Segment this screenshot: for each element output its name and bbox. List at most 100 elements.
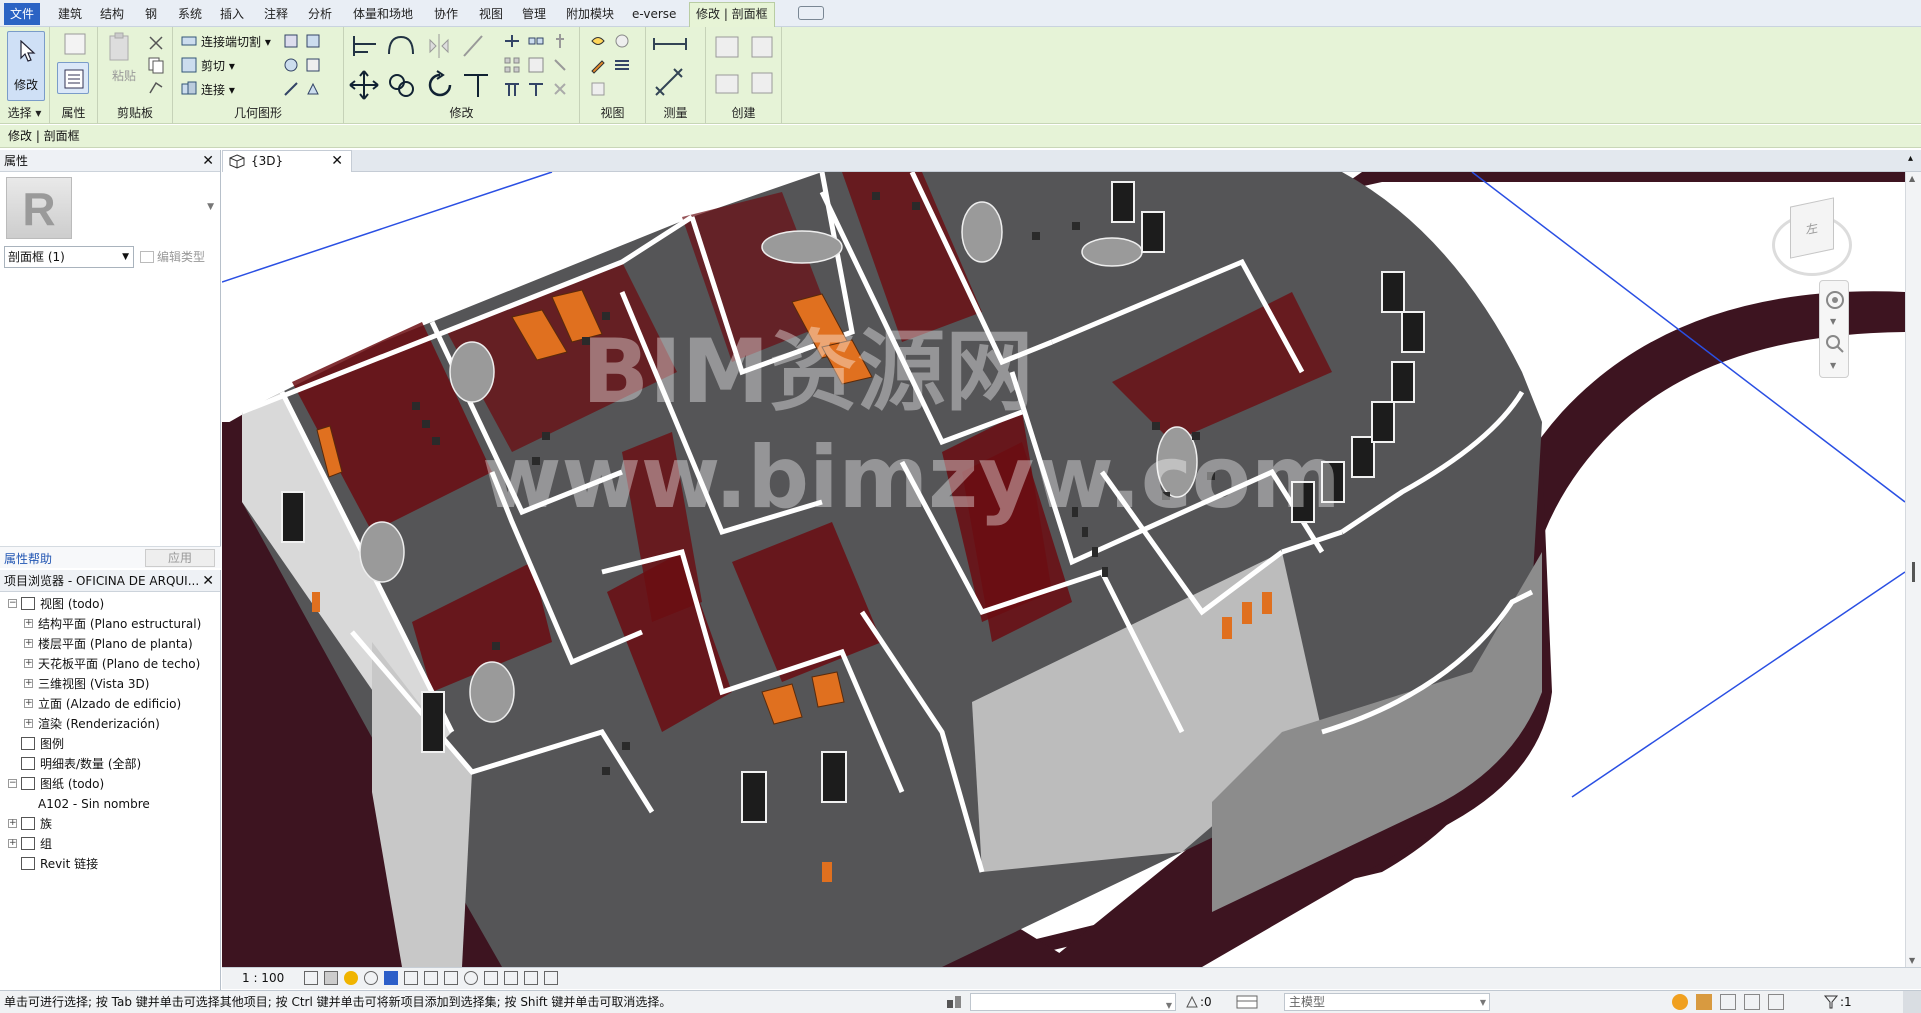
tab-steel[interactable]: 钢 bbox=[139, 3, 163, 25]
type-dropdown-arrow-icon[interactable]: ▼ bbox=[207, 202, 214, 212]
crop-view-icon[interactable] bbox=[404, 971, 418, 985]
tab-analyze[interactable]: 分析 bbox=[302, 3, 338, 25]
expand-toggle-icon[interactable]: + bbox=[24, 699, 33, 708]
instance-filter-select[interactable]: 剖面框 (1) ▼ bbox=[4, 246, 134, 268]
copy-element-icon[interactable] bbox=[386, 69, 418, 101]
tab-addins[interactable]: 附加模块 bbox=[560, 3, 620, 25]
worksets-icon[interactable] bbox=[945, 994, 963, 1010]
reveal-hidden-icon[interactable] bbox=[484, 971, 498, 985]
join-label[interactable]: 连接 ▾ bbox=[201, 81, 235, 98]
tab-structure[interactable]: 结构 bbox=[94, 3, 130, 25]
browser-tree-item[interactable]: + 组 bbox=[0, 834, 220, 854]
mirror-draw-icon[interactable] bbox=[458, 32, 488, 60]
model-selector[interactable]: 主模型 ▼ bbox=[1284, 993, 1490, 1011]
browser-tree-item[interactable]: + 三维视图 (Vista 3D) bbox=[0, 674, 220, 694]
expand-toggle-icon[interactable]: + bbox=[8, 839, 17, 848]
edit-type-button[interactable]: 编辑类型 bbox=[140, 248, 205, 265]
temporary-hide-icon[interactable] bbox=[464, 971, 478, 985]
expand-toggle-icon[interactable]: + bbox=[24, 679, 33, 688]
design-options-icon[interactable] bbox=[1236, 995, 1258, 1009]
rotate-icon[interactable] bbox=[424, 69, 456, 101]
browser-tree-item[interactable]: − 视图 (todo) bbox=[0, 594, 220, 614]
scroll-down-icon[interactable]: ▼ bbox=[1909, 956, 1915, 965]
override-graphics-icon[interactable] bbox=[588, 55, 608, 75]
measure-distance-icon[interactable] bbox=[650, 33, 690, 55]
tab-view[interactable]: 视图 bbox=[473, 3, 509, 25]
geometry-tool-2-icon[interactable] bbox=[303, 31, 323, 51]
tab-massing-site[interactable]: 体量和场地 bbox=[347, 3, 419, 25]
array-icon[interactable] bbox=[502, 55, 522, 75]
trim-multiple-icon[interactable] bbox=[502, 79, 522, 99]
view-scale[interactable]: 1 : 100 bbox=[242, 968, 284, 989]
browser-tree-item[interactable]: + 族 bbox=[0, 814, 220, 834]
filter-icon[interactable] bbox=[1823, 994, 1839, 1010]
chevron-down-icon[interactable]: ▼ bbox=[1830, 361, 1836, 370]
panel-select-label[interactable]: 选择 ▾ bbox=[0, 104, 49, 121]
type-properties-icon[interactable] bbox=[62, 31, 88, 57]
dimension-icon[interactable] bbox=[652, 65, 688, 99]
viewcube-face[interactable]: 左 bbox=[1790, 197, 1834, 259]
select-links-icon[interactable] bbox=[1672, 994, 1688, 1010]
select-underlay-icon[interactable] bbox=[1696, 994, 1712, 1010]
tab-modify-section-box[interactable]: 修改 | 剖面框 bbox=[689, 2, 775, 27]
render-icon[interactable] bbox=[384, 971, 398, 985]
show-crop-region-icon[interactable] bbox=[424, 971, 438, 985]
geometry-tool-4-icon[interactable] bbox=[303, 55, 323, 75]
trim-extend-icon[interactable] bbox=[460, 69, 492, 101]
split-element-icon[interactable] bbox=[502, 31, 522, 51]
browser-tree-item[interactable]: − 图纸 (todo) bbox=[0, 774, 220, 794]
cut-geometry-icon[interactable] bbox=[179, 55, 199, 75]
scroll-up-icon[interactable]: ▲ bbox=[1909, 174, 1915, 183]
properties-help-link[interactable]: 属性帮助 bbox=[4, 550, 52, 567]
chevron-down-icon[interactable]: ▼ bbox=[1830, 317, 1836, 326]
detail-level-icon[interactable] bbox=[304, 971, 318, 985]
select-pinned-icon[interactable] bbox=[1720, 994, 1736, 1010]
expand-toggle-icon[interactable]: + bbox=[8, 819, 17, 828]
tab-collaborate[interactable]: 协作 bbox=[428, 3, 464, 25]
paste-icon[interactable] bbox=[106, 31, 134, 63]
cope-label[interactable]: 连接端切割 ▾ bbox=[201, 33, 271, 50]
expand-toggle-icon[interactable]: + bbox=[24, 719, 33, 728]
create-group-icon[interactable] bbox=[712, 67, 744, 99]
copy-icon[interactable] bbox=[146, 55, 166, 75]
browser-tree-item[interactable]: 明细表/数量 (全部) bbox=[0, 754, 220, 774]
cut-icon[interactable] bbox=[146, 33, 166, 53]
expand-toggle-icon[interactable]: − bbox=[8, 599, 17, 608]
close-icon[interactable]: ✕ bbox=[202, 570, 214, 592]
worksharing-display-icon[interactable] bbox=[524, 971, 538, 985]
3d-viewport[interactable]: BIM资源网 www.bimzyw.com 左 ▼ ▼ bbox=[222, 172, 1905, 967]
visual-style-icon[interactable] bbox=[324, 971, 338, 985]
offset-icon[interactable] bbox=[386, 32, 416, 60]
browser-tree-item[interactable]: + 结构平面 (Plano estructural) bbox=[0, 614, 220, 634]
trim-single-icon[interactable] bbox=[526, 79, 546, 99]
tab-file[interactable]: 文件 bbox=[4, 3, 41, 25]
geometry-tool-5-icon[interactable] bbox=[281, 79, 301, 99]
view-tool-5-icon[interactable] bbox=[588, 79, 608, 99]
browser-tree-item[interactable]: 图例 bbox=[0, 734, 220, 754]
geometry-tool-3-icon[interactable] bbox=[281, 55, 301, 75]
properties-button[interactable] bbox=[57, 62, 89, 94]
drag-on-selection-icon[interactable] bbox=[1768, 994, 1784, 1010]
tab-manage[interactable]: 管理 bbox=[516, 3, 552, 25]
create-assembly-icon[interactable] bbox=[712, 31, 744, 63]
browser-tree-item[interactable]: A102 - Sin nombre bbox=[0, 794, 220, 814]
apply-button[interactable]: 应用 bbox=[145, 549, 215, 567]
vertical-scrollbar[interactable]: ▲ ▼ bbox=[1905, 172, 1921, 967]
expand-toggle-icon[interactable]: + bbox=[24, 619, 33, 628]
close-icon[interactable]: ✕ bbox=[202, 150, 214, 172]
ribbon-toggle-button[interactable] bbox=[798, 6, 824, 20]
tab-everse[interactable]: e-verse bbox=[626, 3, 682, 25]
browser-tree-item[interactable]: + 立面 (Alzado de edificio) bbox=[0, 694, 220, 714]
shadows-icon[interactable] bbox=[364, 971, 378, 985]
cope-icon[interactable] bbox=[179, 31, 199, 51]
geometry-tool-1-icon[interactable] bbox=[281, 31, 301, 51]
match-properties-icon[interactable] bbox=[146, 77, 166, 97]
temporary-view-properties-icon[interactable] bbox=[504, 971, 518, 985]
mirror-axis-icon[interactable] bbox=[424, 32, 454, 60]
split-gap-icon[interactable] bbox=[526, 31, 546, 51]
align-icon[interactable] bbox=[350, 32, 380, 60]
view-tool-2-icon[interactable] bbox=[612, 31, 632, 51]
modify-button[interactable]: 修改 bbox=[7, 31, 45, 101]
editable-only-icon[interactable] bbox=[1184, 994, 1200, 1010]
workset-selector[interactable]: ▼ bbox=[970, 993, 1176, 1011]
